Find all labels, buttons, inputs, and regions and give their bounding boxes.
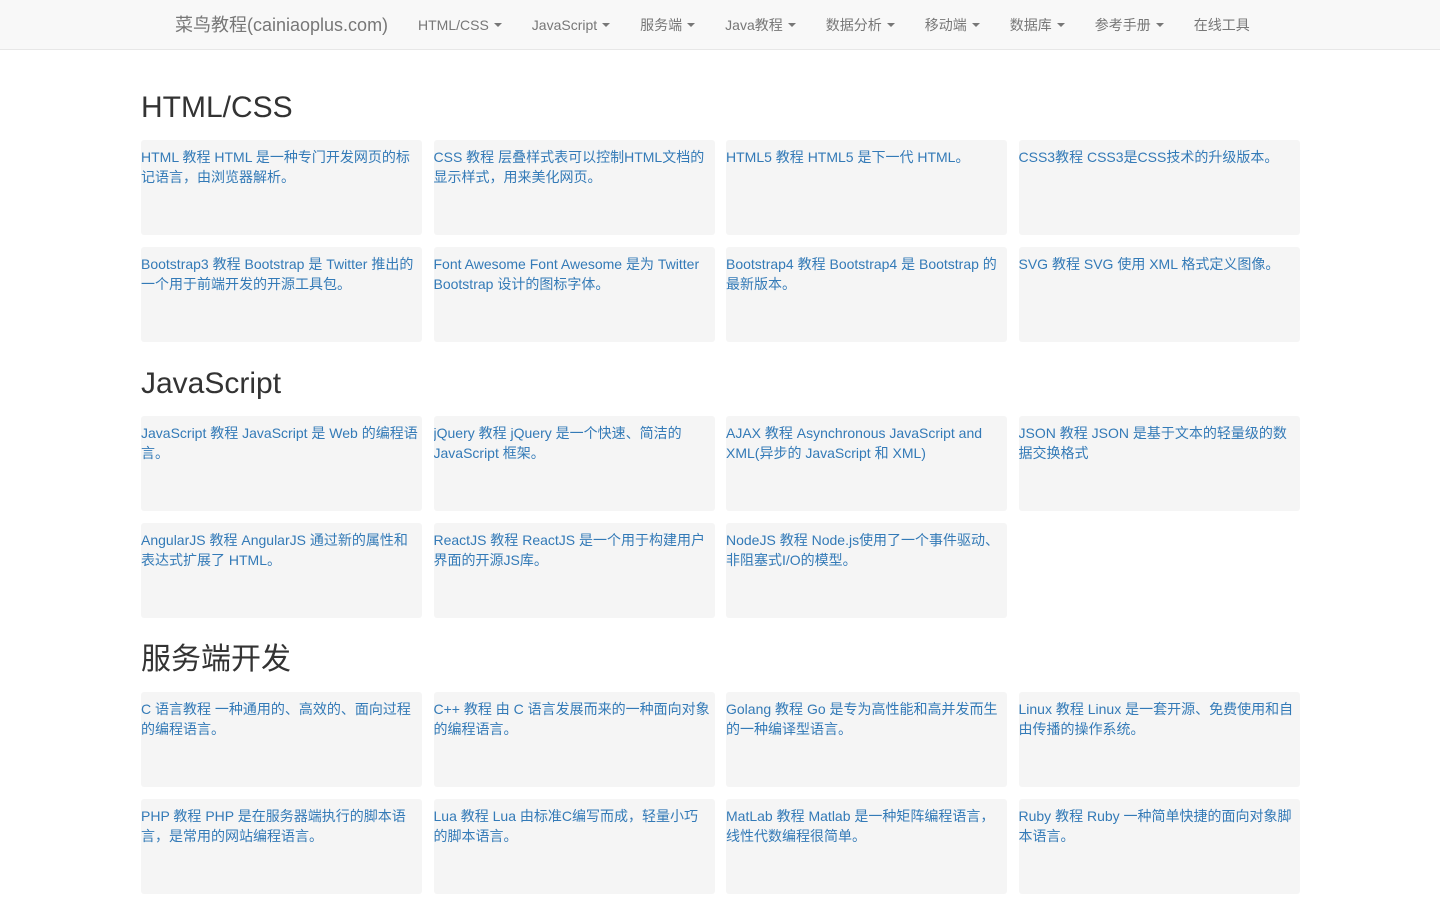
card-name: Ruby 教程 <box>1018 808 1084 824</box>
card-name: PHP 教程 <box>141 808 202 824</box>
nav-item-label: 在线工具 <box>1193 17 1250 33</box>
card-name: C 语言教程 <box>141 701 211 717</box>
card-name: AJAX 教程 <box>726 425 793 441</box>
tutorial-card[interactable]: JavaScript 教程 JavaScript 是 Web 的编程语言。 <box>141 416 422 511</box>
tutorial-card[interactable]: CSS 教程 层叠样式表可以控制HTML文档的显示样式，用来美化网页。 <box>433 140 715 235</box>
card-name: CSS 教程 <box>433 149 495 165</box>
card-name: JavaScript 教程 <box>141 425 239 441</box>
nav-item-database[interactable]: 数据库 <box>995 0 1080 50</box>
tutorial-grid: HTML 教程 HTML 是一种专门开发网页的标记语言，由浏览器解析。 CSS … <box>141 140 1301 342</box>
card-name: CSS3教程 <box>1018 149 1084 165</box>
tutorial-card[interactable]: ReactJS 教程 ReactJS 是一个用于构建用户界面的开源JS库。 <box>433 523 715 618</box>
caret-down-icon <box>687 23 696 27</box>
card-name: C++ 教程 <box>433 701 492 717</box>
nav-item-label: 服务端 <box>640 17 683 33</box>
nav-item-label: JavaScript <box>531 17 598 33</box>
nav-item-data-analysis[interactable]: 数据分析 <box>811 0 910 50</box>
card-desc: HTML5 是下一代 HTML。 <box>807 149 970 165</box>
tutorial-grid: JavaScript 教程 JavaScript 是 Web 的编程语言。 jQ… <box>141 416 1301 618</box>
caret-down-icon <box>886 23 895 27</box>
nav-item-server[interactable]: 服务端 <box>625 0 710 50</box>
caret-down-icon <box>787 23 796 27</box>
caret-down-icon <box>602 23 611 27</box>
nav-item-label: Java教程 <box>725 17 783 33</box>
nav-item-label: 参考手册 <box>1094 17 1151 33</box>
card-desc: CSS3是CSS技术的升级版本。 <box>1086 149 1279 165</box>
card-name: Bootstrap4 教程 <box>726 256 826 272</box>
tutorial-card[interactable]: HTML 教程 HTML 是一种专门开发网页的标记语言，由浏览器解析。 <box>141 140 422 235</box>
tutorial-card[interactable]: CSS3教程 CSS3是CSS技术的升级版本。 <box>1018 140 1300 235</box>
main-nav: HTML/CSS JavaScript 服务端 Java教程 数据分析 移动端 … <box>403 0 1265 50</box>
tutorial-card[interactable]: AngularJS 教程 AngularJS 通过新的属性和表达式扩展了 HTM… <box>141 523 422 618</box>
card-name: Linux 教程 <box>1018 701 1084 717</box>
section-title: JavaScript <box>141 367 282 400</box>
section-html-css: HTML/CSS HTML 教程 HTML 是一种专门开发网页的标记语言，由浏览… <box>141 90 1301 342</box>
caret-down-icon <box>1155 23 1164 27</box>
tutorial-card[interactable]: SVG 教程 SVG 使用 XML 格式定义图像。 <box>1018 247 1300 342</box>
tutorial-card[interactable]: AJAX 教程 Asynchronous JavaScript and XML(… <box>726 416 1007 511</box>
section-title: 服务端开发 <box>141 643 291 676</box>
card-name: NodeJS 教程 <box>726 532 808 548</box>
tutorial-card[interactable]: Linux 教程 Linux 是一套开源、免费使用和自由传播的操作系统。 <box>1018 692 1300 787</box>
top-navbar: 菜鸟教程(cainiaoplus.com) HTML/CSS JavaScrip… <box>0 0 1440 50</box>
tutorial-card[interactable]: Golang 教程 Go 是专为高性能和高并发而生的一种编译型语言。 <box>726 692 1007 787</box>
section-server-dev: 服务端开发 C 语言教程 一种通用的、高效的、面向过程的编程语言。 C++ 教程… <box>141 642 1301 894</box>
nav-item-javascript[interactable]: JavaScript <box>517 0 625 50</box>
tutorial-card[interactable]: Bootstrap3 教程 Bootstrap 是 Twitter 推出的一个用… <box>141 247 422 342</box>
card-name: Lua 教程 <box>433 808 489 824</box>
card-name: AngularJS 教程 <box>141 532 238 548</box>
card-name: MatLab 教程 <box>726 808 805 824</box>
tutorial-card[interactable]: MatLab 教程 Matlab 是一种矩阵编程语言，线性代数编程很简单。 <box>726 799 1007 894</box>
tutorial-card[interactable]: Ruby 教程 Ruby 一种简单快捷的面向对象脚本语言。 <box>1018 799 1300 894</box>
card-name: SVG 教程 <box>1018 256 1080 272</box>
caret-down-icon <box>1056 23 1065 27</box>
tutorial-card[interactable]: Lua 教程 Lua 由标准C编写而成，轻量小巧的脚本语言。 <box>433 799 715 894</box>
tutorial-card[interactable]: HTML5 教程 HTML5 是下一代 HTML。 <box>726 140 1007 235</box>
section-javascript: JavaScript JavaScript 教程 JavaScript 是 We… <box>141 366 1301 618</box>
section-title: HTML/CSS <box>141 91 293 124</box>
tutorial-card[interactable]: Font Awesome Font Awesome 是为 Twitter Boo… <box>433 247 715 342</box>
card-name: HTML 教程 <box>141 149 211 165</box>
card-name: Font Awesome <box>433 256 526 272</box>
caret-down-icon <box>493 23 502 27</box>
caret-down-icon <box>971 23 980 27</box>
tutorial-card[interactable]: PHP 教程 PHP 是在服务器端执行的脚本语言，是常用的网站编程语言。 <box>141 799 422 894</box>
tutorial-card[interactable]: C++ 教程 由 C 语言发展而来的一种面向对象的编程语言。 <box>433 692 715 787</box>
tutorial-card[interactable]: Bootstrap4 教程 Bootstrap4 是 Bootstrap 的最新… <box>726 247 1007 342</box>
nav-item-reference[interactable]: 参考手册 <box>1080 0 1179 50</box>
nav-item-html-css[interactable]: HTML/CSS <box>403 0 517 50</box>
tutorial-card[interactable]: JSON 教程 JSON 是基于文本的轻量级的数据交换格式 <box>1018 416 1300 511</box>
main-content: HTML/CSS HTML 教程 HTML 是一种专门开发网页的标记语言，由浏览… <box>141 51 1301 894</box>
nav-item-mobile[interactable]: 移动端 <box>910 0 995 50</box>
tutorial-grid: C 语言教程 一种通用的、高效的、面向过程的编程语言。 C++ 教程 由 C 语… <box>141 692 1301 894</box>
nav-item-java[interactable]: Java教程 <box>710 0 811 50</box>
tutorial-card[interactable]: NodeJS 教程 Node.js使用了一个事件驱动、非阻塞式I/O的模型。 <box>726 523 1007 618</box>
nav-item-label: 移动端 <box>924 17 967 33</box>
nav-item-online-tools[interactable]: 在线工具 <box>1179 0 1265 50</box>
card-name: HTML5 教程 <box>726 149 804 165</box>
nav-item-label: HTML/CSS <box>418 17 489 33</box>
card-name: jQuery 教程 <box>433 425 507 441</box>
card-name: JSON 教程 <box>1018 425 1088 441</box>
card-desc: SVG 使用 XML 格式定义图像。 <box>1083 256 1280 272</box>
tutorial-card[interactable]: jQuery 教程 jQuery 是一个快速、简洁的JavaScript 框架。 <box>433 416 715 511</box>
card-name: Golang 教程 <box>726 701 804 717</box>
card-name: ReactJS 教程 <box>433 532 519 548</box>
site-brand-link[interactable]: 菜鸟教程(cainiaoplus.com) <box>175 0 388 50</box>
tutorial-card[interactable]: C 语言教程 一种通用的、高效的、面向过程的编程语言。 <box>141 692 422 787</box>
card-name: Bootstrap3 教程 <box>141 256 241 272</box>
nav-item-label: 数据库 <box>1009 17 1052 33</box>
nav-item-label: 数据分析 <box>825 17 882 33</box>
